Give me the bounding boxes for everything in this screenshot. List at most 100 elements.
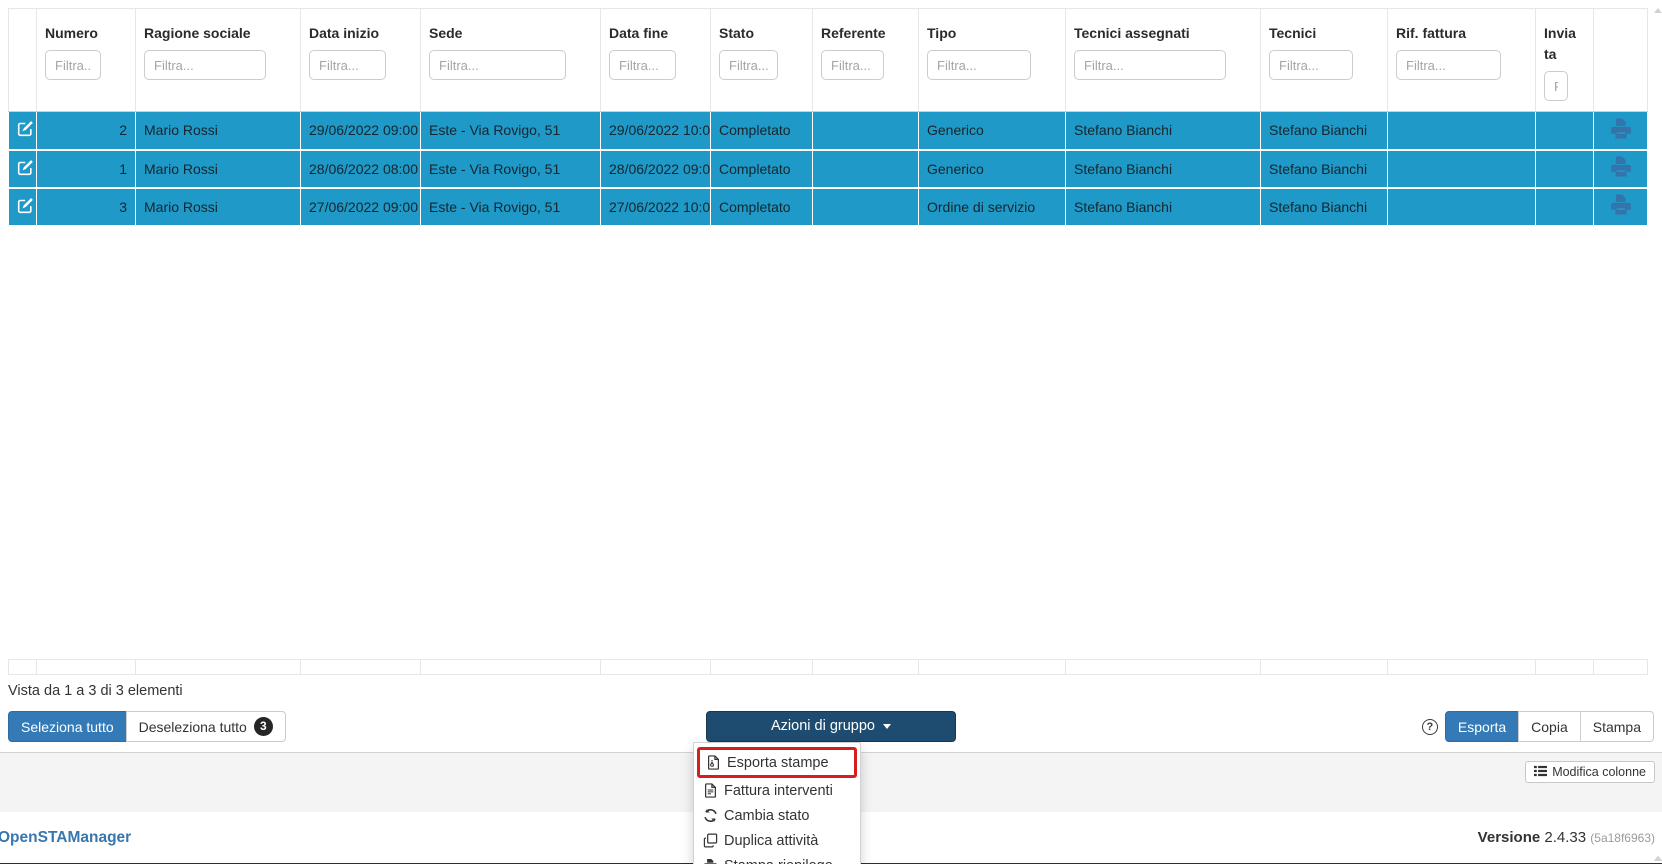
column-label[interactable]: Referente: [821, 23, 910, 44]
filter-data-fine-input[interactable]: [609, 50, 676, 80]
cell-tecnici[interactable]: Stefano Bianchi: [1261, 150, 1388, 188]
cell-tipo[interactable]: Generico: [919, 150, 1066, 188]
edit-row-icon[interactable]: [17, 163, 34, 179]
print-row-icon[interactable]: [1609, 128, 1633, 144]
menu-item-duplica-attivita[interactable]: Duplica attività: [694, 828, 860, 853]
menu-item-fattura-interventi[interactable]: Fattura interventi: [694, 778, 860, 803]
table-row[interactable]: 3 Mario Rossi 27/06/2022 09:00 Este - Vi…: [9, 188, 1648, 226]
header-numero[interactable]: Numero: [37, 9, 136, 112]
filter-tipo-input[interactable]: [927, 50, 1031, 80]
sort-caret-icon[interactable]: [1654, 8, 1662, 13]
column-label[interactable]: Tipo: [927, 23, 1057, 44]
cell-tipo[interactable]: Generico: [919, 112, 1066, 150]
cell-stato[interactable]: Completato: [711, 112, 813, 150]
filter-referente-input[interactable]: [821, 50, 884, 80]
column-label[interactable]: Numero: [45, 23, 127, 44]
brand-link[interactable]: OpenSTAManager: [0, 829, 131, 847]
row-print-cell[interactable]: [1594, 112, 1648, 150]
edit-columns-button[interactable]: Modifica colonne: [1525, 761, 1655, 783]
filter-stato-input[interactable]: [719, 50, 778, 80]
cell-tecnici-assegnati[interactable]: Stefano Bianchi: [1066, 150, 1261, 188]
sort-caret-icon[interactable]: [1654, 856, 1662, 861]
column-label[interactable]: Tecnici: [1269, 23, 1379, 44]
cell-sede[interactable]: Este - Via Rovigo, 51: [421, 150, 601, 188]
edit-row-icon[interactable]: [17, 201, 34, 217]
header-data-fine[interactable]: Data fine: [601, 9, 711, 112]
cell-stato[interactable]: Completato: [711, 188, 813, 226]
cell-inviata[interactable]: [1536, 188, 1594, 226]
header-inviata[interactable]: Inviata: [1536, 9, 1594, 112]
row-select-cell[interactable]: [9, 188, 37, 226]
deselect-all-button[interactable]: Deseleziona tutto 3: [126, 711, 286, 742]
cell-tecnici[interactable]: Stefano Bianchi: [1261, 112, 1388, 150]
cell-rif-fattura[interactable]: [1388, 188, 1536, 226]
cell-inviata[interactable]: [1536, 112, 1594, 150]
cell-inviata[interactable]: [1536, 150, 1594, 188]
cell-tecnici-assegnati[interactable]: Stefano Bianchi: [1066, 188, 1261, 226]
cell-tipo[interactable]: Ordine di servizio: [919, 188, 1066, 226]
menu-item-cambia-stato[interactable]: Cambia stato: [694, 803, 860, 828]
cell-referente[interactable]: [813, 112, 919, 150]
export-button[interactable]: Esporta: [1445, 711, 1519, 742]
copy-button[interactable]: Copia: [1518, 711, 1581, 742]
filter-numero-input[interactable]: [45, 50, 101, 80]
cell-numero[interactable]: 1: [37, 150, 136, 188]
column-label[interactable]: Ragione sociale: [144, 23, 292, 44]
header-rif-fattura[interactable]: Rif. fattura: [1388, 9, 1536, 112]
filter-tecnici-input[interactable]: [1269, 50, 1353, 80]
cell-sede[interactable]: Este - Via Rovigo, 51: [421, 188, 601, 226]
header-tecnici-assegnati[interactable]: Tecnici assegnati: [1066, 9, 1261, 112]
cell-numero[interactable]: 2: [37, 112, 136, 150]
filter-ragione-sociale-input[interactable]: [144, 50, 266, 80]
cell-ragione-sociale[interactable]: Mario Rossi: [136, 112, 301, 150]
row-print-cell[interactable]: [1594, 150, 1648, 188]
header-tipo[interactable]: Tipo: [919, 9, 1066, 112]
group-actions-button[interactable]: Azioni di gruppo: [706, 711, 956, 742]
column-label[interactable]: Sede: [429, 23, 592, 44]
filter-tecnici-assegnati-input[interactable]: [1074, 50, 1226, 80]
select-all-button[interactable]: Seleziona tutto: [8, 711, 127, 742]
header-sede[interactable]: Sede: [421, 9, 601, 112]
cell-data-fine[interactable]: 27/06/2022 10:00: [601, 188, 711, 226]
header-data-inizio[interactable]: Data inizio: [301, 9, 421, 112]
cell-rif-fattura[interactable]: [1388, 150, 1536, 188]
print-row-icon[interactable]: [1609, 166, 1633, 182]
header-ragione-sociale[interactable]: Ragione sociale: [136, 9, 301, 112]
cell-referente[interactable]: [813, 188, 919, 226]
column-label[interactable]: Data inizio: [309, 23, 412, 44]
cell-numero[interactable]: 3: [37, 188, 136, 226]
filter-inviata-input[interactable]: [1544, 71, 1568, 101]
cell-sede[interactable]: Este - Via Rovigo, 51: [421, 112, 601, 150]
print-row-icon[interactable]: [1609, 204, 1633, 220]
row-print-cell[interactable]: [1594, 188, 1648, 226]
table-row[interactable]: 1 Mario Rossi 28/06/2022 08:00 Este - Vi…: [9, 150, 1648, 188]
cell-referente[interactable]: [813, 150, 919, 188]
cell-tecnici[interactable]: Stefano Bianchi: [1261, 188, 1388, 226]
menu-item-stampa-riepilogo[interactable]: Stampa riepilogo: [694, 853, 860, 864]
header-referente[interactable]: Referente: [813, 9, 919, 112]
cell-data-fine[interactable]: 29/06/2022 10:00: [601, 112, 711, 150]
filter-sede-input[interactable]: [429, 50, 566, 80]
print-button[interactable]: Stampa: [1580, 711, 1654, 742]
menu-item-esporta-stampe[interactable]: Esporta stampe: [697, 747, 857, 778]
column-label[interactable]: Inviata: [1544, 23, 1578, 65]
cell-stato[interactable]: Completato: [711, 150, 813, 188]
cell-data-inizio[interactable]: 27/06/2022 09:00: [301, 188, 421, 226]
column-label[interactable]: Data fine: [609, 23, 702, 44]
help-icon[interactable]: ?: [1422, 719, 1438, 735]
cell-ragione-sociale[interactable]: Mario Rossi: [136, 150, 301, 188]
header-print-column[interactable]: [1594, 9, 1648, 112]
header-stato[interactable]: Stato: [711, 9, 813, 112]
cell-data-inizio[interactable]: 28/06/2022 08:00: [301, 150, 421, 188]
edit-row-icon[interactable]: [17, 124, 34, 140]
filter-rif-fattura-input[interactable]: [1396, 50, 1501, 80]
table-row[interactable]: 2 Mario Rossi 29/06/2022 09:00 Este - Vi…: [9, 112, 1648, 150]
cell-data-inizio[interactable]: 29/06/2022 09:00: [301, 112, 421, 150]
filter-data-inizio-input[interactable]: [309, 50, 386, 80]
column-label[interactable]: Stato: [719, 23, 804, 44]
cell-rif-fattura[interactable]: [1388, 112, 1536, 150]
cell-ragione-sociale[interactable]: Mario Rossi: [136, 188, 301, 226]
cell-tecnici-assegnati[interactable]: Stefano Bianchi: [1066, 112, 1261, 150]
cell-data-fine[interactable]: 28/06/2022 09:00: [601, 150, 711, 188]
column-label[interactable]: Rif. fattura: [1396, 23, 1527, 44]
